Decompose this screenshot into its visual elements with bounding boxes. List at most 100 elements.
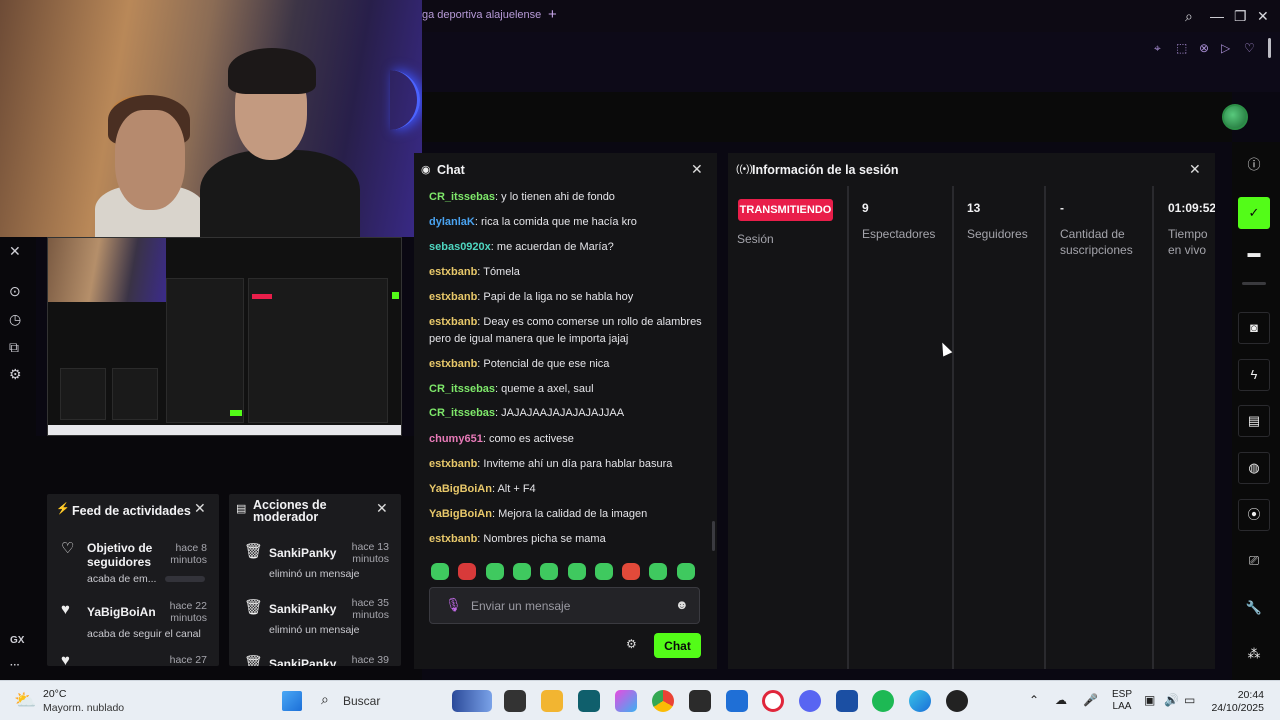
language-indicator[interactable]: ESP LAA (1112, 689, 1132, 713)
chat-username[interactable]: estxbanb (429, 358, 477, 370)
close-window-button[interactable]: ✕ (1257, 8, 1269, 25)
browser-search-icon[interactable]: ⌕ (1185, 8, 1193, 25)
chat-username[interactable]: estxbanb (429, 458, 477, 470)
video-icon[interactable]: ⎚ (1238, 546, 1270, 578)
browser-tab-title[interactable]: ga deportiva alajuelense (422, 9, 541, 21)
emote-icon[interactable] (676, 563, 695, 580)
close-mod-button[interactable]: ✕ (376, 500, 388, 517)
chat-username[interactable]: CR_itssebas (429, 407, 495, 419)
emoji-picker-icon[interactable]: ☻ (675, 597, 689, 612)
tray-chevron-icon[interactable]: ⌃ (1029, 693, 1039, 707)
start-button[interactable] (282, 691, 302, 711)
cloud-icon[interactable]: ☁ (1055, 693, 1067, 707)
x-icon[interactable]: ✕ (9, 243, 21, 260)
chat-username[interactable]: estxbanb (429, 291, 477, 303)
chrome-icon[interactable] (652, 690, 674, 712)
volume-icon[interactable]: 🔊 (1164, 693, 1179, 707)
close-session-button[interactable]: ✕ (1189, 161, 1201, 178)
chat-input[interactable]: 🎙 Enviar un mensaje ☻ (429, 587, 700, 624)
emote-icon[interactable] (512, 563, 531, 580)
obs-icon[interactable] (946, 690, 968, 712)
settings-icon[interactable]: ⚙ (9, 366, 22, 383)
chat-username[interactable]: YaBigBoiAn (429, 508, 492, 520)
minimize-button[interactable]: — (1210, 8, 1224, 24)
info-icon[interactable]: ⓘ (1238, 150, 1270, 182)
chat-username[interactable]: YaBigBoiAn (429, 483, 492, 495)
avatar[interactable] (1222, 104, 1248, 130)
pin-icon[interactable]: ⌖ (1154, 41, 1161, 56)
chat-username[interactable]: estxbanb (429, 266, 477, 278)
weather-temp[interactable]: 20°C (43, 688, 66, 700)
more-icon[interactable]: ··· (10, 660, 20, 671)
broadcast-icon[interactable]: ⦿ (1238, 499, 1270, 531)
layout-icon[interactable]: ▬ (1238, 238, 1270, 270)
chat-username[interactable]: CR_itssebas (429, 383, 495, 395)
emote-icon[interactable] (594, 563, 613, 580)
copilot-icon[interactable] (615, 690, 637, 712)
heart-icon[interactable]: ♡ (1244, 41, 1255, 55)
new-tab-button[interactable]: + (548, 6, 557, 23)
weather-icon[interactable]: ⛅ (14, 690, 36, 711)
check-icon[interactable]: ✓ (1238, 197, 1270, 229)
status-badge: TRANSMITIENDO (738, 199, 833, 221)
unity-icon[interactable] (689, 690, 711, 712)
file-explorer-icon[interactable] (541, 690, 563, 712)
shield-icon[interactable]: ⊗ (1199, 41, 1209, 55)
taskbar-search[interactable]: Buscar (343, 694, 380, 708)
emote-icon[interactable] (485, 563, 504, 580)
snapshot-icon[interactable]: ⬚ (1176, 41, 1187, 55)
edge-icon[interactable] (909, 690, 931, 712)
apps-icon[interactable]: ⁂ (1238, 639, 1270, 671)
history-icon[interactable]: ◷ (9, 311, 21, 328)
chat-username[interactable]: CR_itssebas (429, 191, 495, 203)
discord-icon[interactable] (799, 690, 821, 712)
chat-input-placeholder[interactable]: Enviar un mensaje (471, 599, 570, 613)
camera-icon[interactable]: ◙ (1238, 312, 1270, 344)
chat-icon[interactable]: ◍ (1238, 452, 1270, 484)
lightning-icon[interactable]: ϟ (1238, 359, 1270, 391)
task-view-icon[interactable] (504, 690, 526, 712)
emote-icon[interactable] (458, 563, 477, 580)
emote-icon[interactable] (622, 563, 641, 580)
wrench-icon[interactable]: 🔧 (1238, 593, 1270, 625)
security-icon[interactable] (836, 690, 858, 712)
chat-settings-icon[interactable]: ⚙ (626, 637, 637, 651)
microphone-icon[interactable]: 🎤 (1083, 693, 1098, 707)
chat-username[interactable]: sebas0920x (429, 241, 491, 253)
battery-icon[interactable]: ▭ (1184, 693, 1195, 707)
emote-icon[interactable] (567, 563, 586, 580)
goal-progress-bar (165, 576, 205, 582)
mic-icon[interactable]: 🎙 (445, 597, 462, 613)
system-clock[interactable]: 20:44 24/10/2025 (1206, 689, 1264, 715)
network-icon[interactable]: ▣ (1144, 693, 1155, 707)
session-title: Información de la sesión (752, 163, 899, 177)
restore-button[interactable]: ❐ (1234, 8, 1247, 25)
chat-username[interactable]: dylanlaK (429, 216, 475, 228)
chat-username[interactable]: estxbanb (429, 533, 477, 545)
opera-gx-icon[interactable] (762, 690, 784, 712)
chat-username[interactable]: estxbanb (429, 316, 477, 328)
chat-username[interactable]: chumy651 (429, 433, 483, 445)
close-chat-button[interactable]: ✕ (691, 161, 703, 178)
screen-mirror-preview (47, 237, 402, 436)
close-feed-button[interactable]: ✕ (194, 500, 206, 517)
terminal-icon[interactable] (578, 690, 600, 712)
spotify-icon[interactable] (872, 690, 894, 712)
search-icon[interactable]: ⌕ (321, 691, 329, 708)
weather-desc[interactable]: Mayorm. nublado (43, 702, 124, 714)
widgets-icon[interactable] (452, 690, 492, 712)
feed-item-sub: acaba de seguir el canal (87, 628, 201, 640)
gx-corner-button[interactable]: GX (10, 635, 24, 646)
emote-icon[interactable] (540, 563, 559, 580)
play-icon[interactable]: ⊙ (9, 283, 21, 300)
chat-scrollbar[interactable] (712, 521, 715, 551)
list-item: 🗑 SankiPanky hace 39 (229, 654, 401, 666)
extensions-icon[interactable]: ⧉ (9, 339, 19, 356)
chat-message: estxbanb: Papi de la liga no se habla ho… (429, 289, 704, 306)
send-chat-button[interactable]: Chat (654, 633, 701, 658)
send-icon[interactable]: ▷ (1221, 41, 1230, 55)
emote-icon[interactable] (431, 563, 449, 580)
emote-icon[interactable] (649, 563, 668, 580)
store-icon[interactable] (726, 690, 748, 712)
notes-icon[interactable]: ▤ (1238, 405, 1270, 437)
